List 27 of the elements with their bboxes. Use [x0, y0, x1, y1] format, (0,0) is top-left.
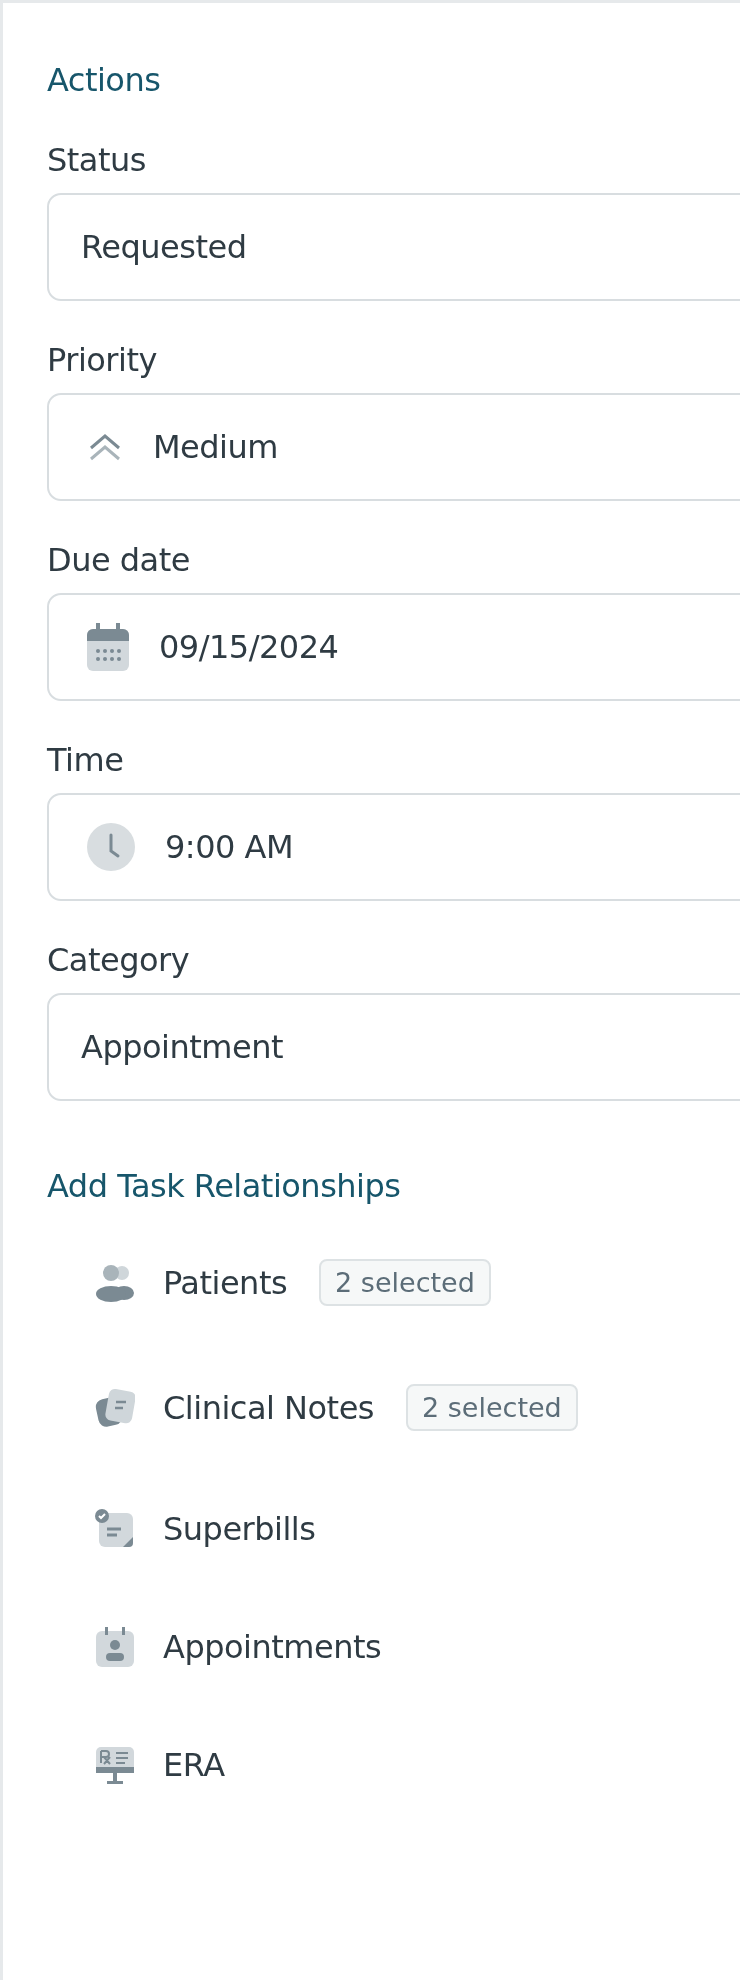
- field-label: Due date: [47, 540, 191, 581]
- people-icon: [95, 1262, 135, 1303]
- calendar-icon: [87, 623, 129, 671]
- prescription-monitor-icon: [95, 1745, 135, 1785]
- field-label: Status: [47, 140, 147, 181]
- double-chevron-up-icon: [87, 432, 123, 462]
- section-heading: Add Task Relationships: [47, 1166, 402, 1207]
- section-heading: Actions: [47, 60, 162, 101]
- relationship-link[interactable]: Superbills: [163, 1510, 316, 1548]
- select-field[interactable]: Requested: [47, 193, 740, 301]
- clock-icon: [87, 823, 135, 871]
- notes-icon: [95, 1387, 135, 1428]
- select-field[interactable]: Appointment: [47, 993, 740, 1101]
- selected-count-badge: 2 selected: [319, 1259, 491, 1306]
- date-field[interactable]: 09/15/2024: [47, 593, 740, 701]
- field-label: Priority: [47, 340, 158, 381]
- relationship-link[interactable]: Appointments: [163, 1628, 382, 1666]
- relationship-link[interactable]: Patients: [163, 1263, 288, 1302]
- time-field[interactable]: 9:00 AM: [47, 793, 740, 901]
- field-label: Time: [47, 740, 125, 781]
- relationship-link[interactable]: Clinical Notes: [163, 1388, 374, 1427]
- selected-count-badge: 2 selected: [406, 1384, 578, 1431]
- select-field[interactable]: Medium: [47, 393, 740, 501]
- calendar-person-icon: [95, 1627, 135, 1667]
- checked-document-icon: [95, 1509, 135, 1549]
- relationship-link[interactable]: ERA: [163, 1746, 225, 1784]
- field-label: Category: [47, 940, 191, 981]
